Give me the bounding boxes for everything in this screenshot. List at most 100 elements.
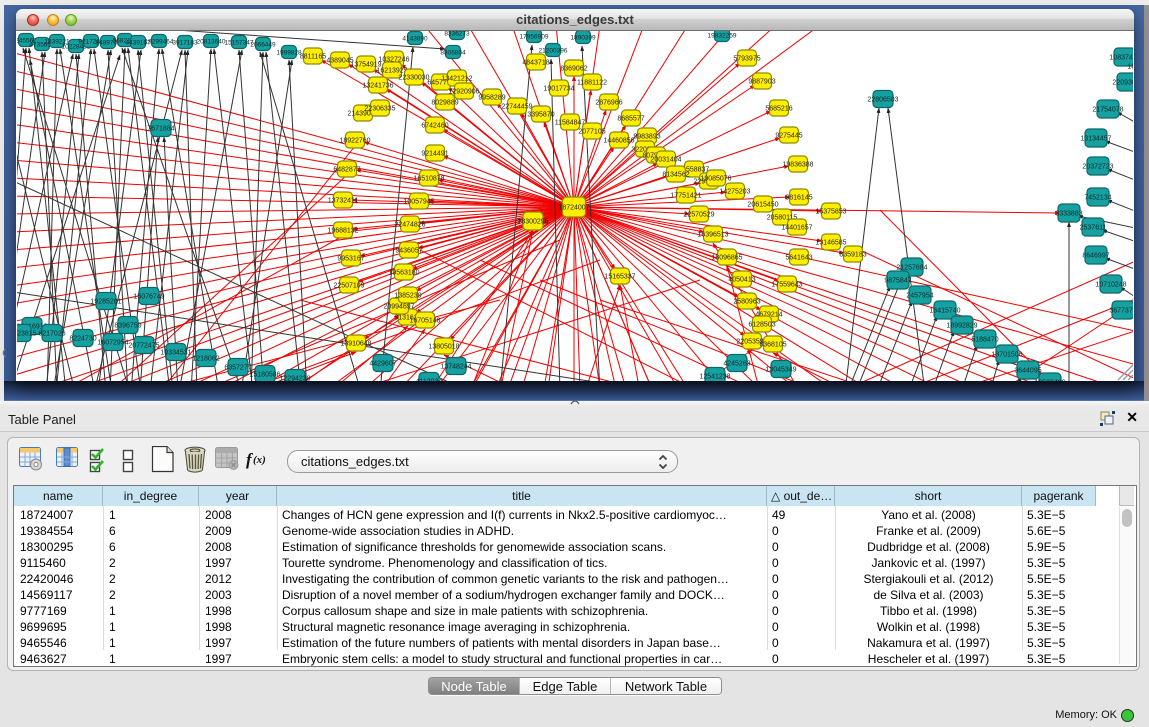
svg-text:7452134: 7452134 — [1084, 195, 1111, 202]
svg-text:19832259: 19832259 — [708, 33, 737, 40]
svg-text:21754078: 21754078 — [1092, 107, 1123, 114]
svg-text:21200396: 21200396 — [539, 48, 568, 55]
svg-text:8359183: 8359183 — [839, 252, 866, 259]
svg-text:2066449: 2066449 — [250, 42, 276, 49]
svg-text:2457954: 2457954 — [906, 293, 933, 300]
svg-text:13805018: 13805018 — [428, 344, 459, 351]
svg-text:13134457: 13134457 — [1080, 136, 1111, 143]
svg-text:10837430: 10837430 — [1109, 55, 1133, 62]
svg-text:8029889: 8029889 — [431, 100, 458, 107]
svg-text:4143890: 4143890 — [402, 36, 428, 43]
svg-text:14460856: 14460856 — [603, 138, 634, 145]
svg-text:9983893: 9983893 — [633, 134, 660, 141]
svg-text:9275445: 9275445 — [775, 133, 802, 140]
svg-text:22806503: 22806503 — [867, 97, 898, 104]
svg-text:15180586: 15180586 — [249, 372, 280, 379]
svg-text:22570529: 22570529 — [683, 212, 714, 219]
svg-text:16510878: 16510878 — [413, 176, 444, 183]
svg-text:22306335: 22306335 — [364, 106, 395, 113]
svg-text:1218062: 1218062 — [192, 356, 219, 363]
svg-text:12541238: 12541238 — [699, 374, 730, 381]
svg-text:8396759: 8396759 — [114, 323, 141, 330]
svg-text:16705148: 16705148 — [409, 318, 440, 325]
svg-text:16415740: 16415740 — [929, 308, 960, 315]
svg-text:19299464: 19299464 — [145, 39, 174, 46]
svg-text:19688132: 19688132 — [327, 228, 358, 235]
svg-text:22507109: 22507109 — [333, 283, 364, 290]
svg-text:9214491: 9214491 — [421, 151, 448, 158]
svg-text:7671884: 7671884 — [147, 126, 174, 133]
svg-text:11881122: 11881122 — [577, 80, 607, 87]
svg-text:17751421: 17751421 — [670, 193, 701, 200]
svg-text:3644095: 3644095 — [1014, 368, 1041, 375]
svg-text:20813640: 20813640 — [197, 39, 226, 46]
svg-text:3677374: 3677374 — [1109, 308, 1133, 315]
svg-text:4843718: 4843718 — [522, 60, 549, 67]
svg-text:6128503: 6128503 — [748, 322, 775, 329]
svg-text:4245263: 4245263 — [723, 361, 750, 368]
svg-text:22330030: 22330030 — [398, 75, 429, 82]
svg-text:8811165: 8811165 — [300, 54, 326, 61]
svg-text:19836388: 19836388 — [782, 162, 813, 169]
svg-text:8224730: 8224730 — [69, 336, 96, 343]
svg-text:9953167: 9953167 — [337, 256, 364, 263]
svg-text:14275203: 14275203 — [719, 189, 750, 196]
svg-text:4112034: 4112034 — [416, 379, 443, 382]
svg-text:9816145: 9816145 — [785, 195, 812, 202]
svg-text:13701506: 13701506 — [991, 352, 1022, 359]
svg-text:2580963: 2580963 — [733, 299, 760, 306]
svg-text:18096865: 18096865 — [711, 255, 742, 262]
svg-text:19285201: 19285201 — [90, 299, 121, 306]
svg-text:18724007: 18724007 — [558, 205, 589, 212]
svg-text:19085076: 19085076 — [700, 176, 731, 183]
svg-text:6482877: 6482877 — [333, 167, 360, 174]
svg-text:17956909: 17956909 — [520, 34, 549, 41]
svg-text:13241736: 13241736 — [362, 83, 393, 90]
svg-text:3395870: 3395870 — [527, 112, 554, 119]
svg-text:5685216: 5685216 — [765, 106, 792, 113]
svg-text:1999828: 1999828 — [276, 50, 302, 57]
svg-text:5188470: 5188470 — [971, 337, 998, 344]
svg-text:13748244: 13748244 — [440, 364, 471, 371]
svg-text:20372723: 20372723 — [1082, 164, 1113, 171]
svg-text:2876966: 2876966 — [595, 100, 622, 107]
svg-text:17559643: 17559643 — [771, 282, 802, 289]
svg-text:13045349: 13045349 — [765, 367, 796, 374]
svg-text:16396513: 16396513 — [697, 232, 728, 239]
svg-text:22474828: 22474828 — [394, 222, 425, 229]
svg-text:12294238: 12294238 — [279, 376, 310, 382]
svg-text:5793975: 5793975 — [733, 56, 760, 63]
svg-text:13910648: 13910648 — [340, 341, 371, 348]
svg-text:8646997: 8646997 — [1082, 253, 1109, 260]
svg-text:14401657: 14401657 — [781, 225, 812, 232]
svg-text:19523409: 19523409 — [1034, 380, 1065, 382]
svg-text:2537611: 2537611 — [1080, 225, 1107, 232]
svg-text:4050413: 4050413 — [728, 277, 755, 284]
svg-text:8806804: 8806804 — [440, 50, 466, 57]
svg-text:15165337: 15165337 — [604, 274, 635, 281]
svg-text:6742460: 6742460 — [421, 123, 448, 130]
svg-text:3333883: 3333883 — [1055, 211, 1082, 218]
svg-text:20994697: 20994697 — [383, 304, 414, 311]
svg-text:10057945: 10057945 — [403, 199, 434, 206]
svg-text:1890399: 1890399 — [570, 35, 596, 42]
svg-text:8134562: 8134562 — [662, 172, 689, 179]
svg-text:8336273: 8336273 — [444, 31, 470, 38]
svg-text:18922760: 18922760 — [339, 138, 370, 145]
svg-text:8369062: 8369062 — [560, 66, 587, 73]
svg-text:22093651: 22093651 — [1112, 80, 1133, 87]
svg-text:2077105: 2077105 — [578, 129, 605, 136]
svg-text:4429607: 4429607 — [369, 361, 396, 368]
svg-text:(x): (x) — [253, 454, 266, 466]
svg-text:10334531: 10334531 — [160, 350, 191, 357]
svg-text:11584847: 11584847 — [555, 120, 586, 127]
svg-text:15375853: 15375853 — [815, 209, 846, 216]
svg-text:18300295: 18300295 — [517, 219, 548, 226]
svg-text:6357277: 6357277 — [224, 365, 251, 372]
svg-text:5641643: 5641643 — [785, 255, 812, 262]
svg-text:16213925: 16213925 — [376, 68, 407, 75]
svg-text:16072954: 16072954 — [97, 340, 128, 347]
svg-text:9887903: 9887903 — [748, 79, 775, 86]
svg-text:1385239: 1385239 — [394, 293, 421, 300]
svg-text:20615450: 20615450 — [747, 202, 778, 209]
